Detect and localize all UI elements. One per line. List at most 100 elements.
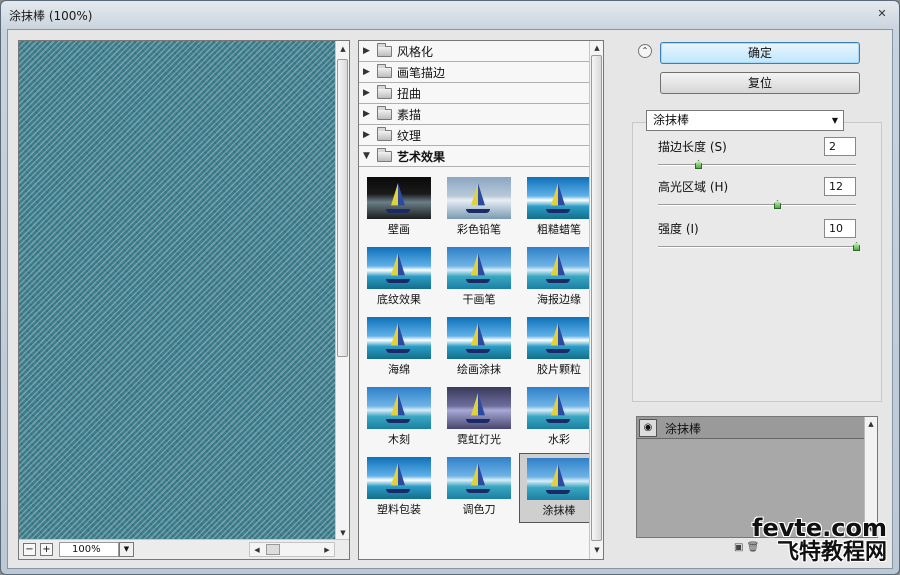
filter-thumbnail[interactable]: 彩色铅笔 — [439, 173, 519, 243]
eye-icon[interactable]: ◉ — [639, 419, 657, 437]
filter-thumbnail[interactable]: 塑料包装 — [359, 453, 439, 523]
triangle-right-icon[interactable]: ▶ — [363, 46, 377, 56]
preview-vertical-scroll-thumb[interactable] — [337, 59, 348, 357]
filter-thumbnail[interactable]: 木刻 — [359, 383, 439, 453]
filter-preview-image — [367, 387, 431, 429]
filter-thumbnail[interactable]: 壁画 — [359, 173, 439, 243]
gallery-vertical-scroll-thumb[interactable] — [591, 55, 602, 541]
effect-layer-row[interactable]: ◉ 涂抹棒 — [637, 417, 865, 439]
param-slider-track-0[interactable] — [658, 160, 856, 169]
param-label-2: 强度 (I) — [658, 222, 699, 236]
triangle-right-icon[interactable]: ▶ — [363, 130, 377, 140]
watermark-domain: fevte.com — [752, 514, 887, 542]
zoom-dropdown-button[interactable]: ▼ — [119, 542, 134, 557]
filter-thumbnail[interactable]: 胶片颗粒 — [519, 313, 599, 383]
filter-category-4[interactable]: ▶ 纹理 — [359, 125, 591, 146]
filter-select-value: 涂抹棒 — [653, 113, 690, 127]
filter-category-5[interactable]: ▼ 艺术效果 — [359, 146, 591, 167]
filter-thumbnail-grid: 壁画 彩色铅笔 粗糙蜡笔底纹效果 干画笔 海报边缘海绵 绘画涂抹 胶片颗粒木刻 霓虹灯光 水彩塑… — [359, 167, 599, 523]
filter-thumbnail[interactable]: 底纹效果 — [359, 243, 439, 313]
scroll-left-icon[interactable]: ◀ — [251, 544, 263, 556]
param-slider-track-2[interactable] — [658, 242, 860, 251]
filter-thumbnail-label: 调色刀 — [462, 503, 496, 516]
filter-thumbnail[interactable]: 涂抹棒 — [519, 453, 599, 523]
filter-thumbnail-label: 胶片颗粒 — [537, 363, 581, 376]
scroll-right-icon[interactable]: ▶ — [321, 544, 333, 556]
sailboat-hull-shape — [386, 419, 410, 423]
filter-preview-image — [447, 387, 511, 429]
dialog-client-area: ▲ ▼ − + 100% ▼ ◀ ▶ ▶ 风格化 ▶ 画笔描边 ▶ 扭曲 ▶ 素描 ▶ 纹理 ▼ 艺术… — [7, 29, 893, 569]
filter-thumbnail[interactable]: 海报边缘 — [519, 243, 599, 313]
preview-horizontal-scrollbar[interactable]: ◀ ▶ — [249, 542, 335, 557]
scroll-down-icon[interactable]: ▼ — [337, 527, 349, 539]
close-icon[interactable]: ✕ — [875, 7, 889, 21]
filter-thumbnail[interactable]: 霓虹灯光 — [439, 383, 519, 453]
sailboat-hull-shape — [466, 209, 490, 213]
ok-button[interactable]: 确定 — [660, 42, 860, 64]
sailboat-hull-shape — [546, 349, 570, 353]
folder-icon — [377, 126, 392, 141]
filter-thumbnail-label: 绘画涂抹 — [457, 363, 501, 376]
filter-thumbnail[interactable]: 粗糙蜡笔 — [519, 173, 599, 243]
watermark-site-name: 飞特教程网 — [776, 540, 887, 565]
filter-category-label: 画笔描边 — [397, 65, 446, 80]
scroll-up-icon[interactable]: ▲ — [865, 418, 877, 430]
filter-category-label: 素描 — [397, 107, 422, 122]
filter-category-0[interactable]: ▶ 风格化 — [359, 41, 591, 62]
filter-thumbnail-label: 木刻 — [388, 433, 410, 446]
preview-image[interactable] — [19, 41, 337, 541]
sailboat-hull-shape — [386, 279, 410, 283]
filter-thumbnail[interactable]: 海绵 — [359, 313, 439, 383]
sailboat-hull-shape — [546, 279, 570, 283]
param-value-input-2[interactable]: 10 — [824, 219, 856, 238]
zoom-out-button[interactable]: − — [23, 543, 36, 556]
scroll-up-icon[interactable]: ▲ — [337, 43, 349, 55]
sailboat-hull-shape — [386, 349, 410, 353]
triangle-right-icon[interactable]: ▶ — [363, 67, 377, 77]
filter-category-label: 风格化 — [397, 44, 434, 59]
folder-icon — [377, 105, 392, 120]
filter-thumbnail-label: 霓虹灯光 — [457, 433, 501, 446]
reset-button[interactable]: 复位 — [660, 72, 860, 94]
param-slider-track-1[interactable] — [658, 200, 856, 209]
filter-preview-image — [367, 247, 431, 289]
filter-category-label: 纹理 — [397, 128, 422, 143]
filter-gallery-list: ▶ 风格化 ▶ 画笔描边 ▶ 扭曲 ▶ 素描 ▶ 纹理 ▼ 艺术效果 壁画 彩色铅笔 粗糙蜡笔 底纹效果 干画笔… — [358, 40, 604, 560]
filter-category-2[interactable]: ▶ 扭曲 — [359, 83, 591, 104]
collapse-gallery-button[interactable]: ⌃ — [638, 44, 652, 58]
sailboat-hull-shape — [466, 349, 490, 353]
filter-category-label: 艺术效果 — [397, 149, 446, 164]
param-value-input-1[interactable]: 12 — [824, 177, 856, 196]
filter-preview-image — [527, 458, 591, 500]
filter-category-1[interactable]: ▶ 画笔描边 — [359, 62, 591, 83]
filter-thumbnail[interactable]: 水彩 — [519, 383, 599, 453]
param-value-input-0[interactable]: 2 — [824, 137, 856, 156]
scroll-up-icon[interactable]: ▲ — [591, 42, 603, 54]
triangle-down-icon[interactable]: ▼ — [363, 151, 377, 161]
filter-thumbnail[interactable]: 绘画涂抹 — [439, 313, 519, 383]
site-watermark: fevte.com 飞特教程网 — [752, 516, 887, 564]
filter-thumbnail-label: 底纹效果 — [377, 293, 421, 306]
triangle-right-icon[interactable]: ▶ — [363, 88, 377, 98]
filter-thumbnail[interactable]: 干画笔 — [439, 243, 519, 313]
preview-horizontal-scroll-thumb[interactable] — [266, 544, 280, 555]
triangle-right-icon[interactable]: ▶ — [363, 109, 377, 119]
filter-category-3[interactable]: ▶ 素描 — [359, 104, 591, 125]
zoom-in-button[interactable]: + — [40, 543, 53, 556]
filter-preview-image — [527, 387, 591, 429]
zoom-level-field[interactable]: 100% — [59, 542, 119, 557]
filter-preview-image — [527, 317, 591, 359]
scroll-down-icon[interactable]: ▼ — [591, 544, 603, 556]
folder-icon — [377, 42, 392, 57]
filter-thumbnail[interactable]: 调色刀 — [439, 453, 519, 523]
new-layer-icon[interactable]: ▣ — [734, 542, 743, 553]
filter-thumbnail-label: 海绵 — [388, 363, 410, 376]
filter-select-dropdown[interactable]: 涂抹棒 ▼ — [646, 110, 844, 131]
preview-vertical-scrollbar[interactable]: ▲ ▼ — [335, 41, 349, 541]
filter-thumbnail-label: 干画笔 — [462, 293, 496, 306]
sailboat-hull-shape — [466, 489, 490, 493]
gallery-vertical-scrollbar[interactable]: ▲ ▼ — [589, 41, 603, 559]
sailboat-hull-shape — [466, 419, 490, 423]
filter-preview-image — [447, 247, 511, 289]
chevron-down-icon: ▼ — [831, 116, 838, 125]
